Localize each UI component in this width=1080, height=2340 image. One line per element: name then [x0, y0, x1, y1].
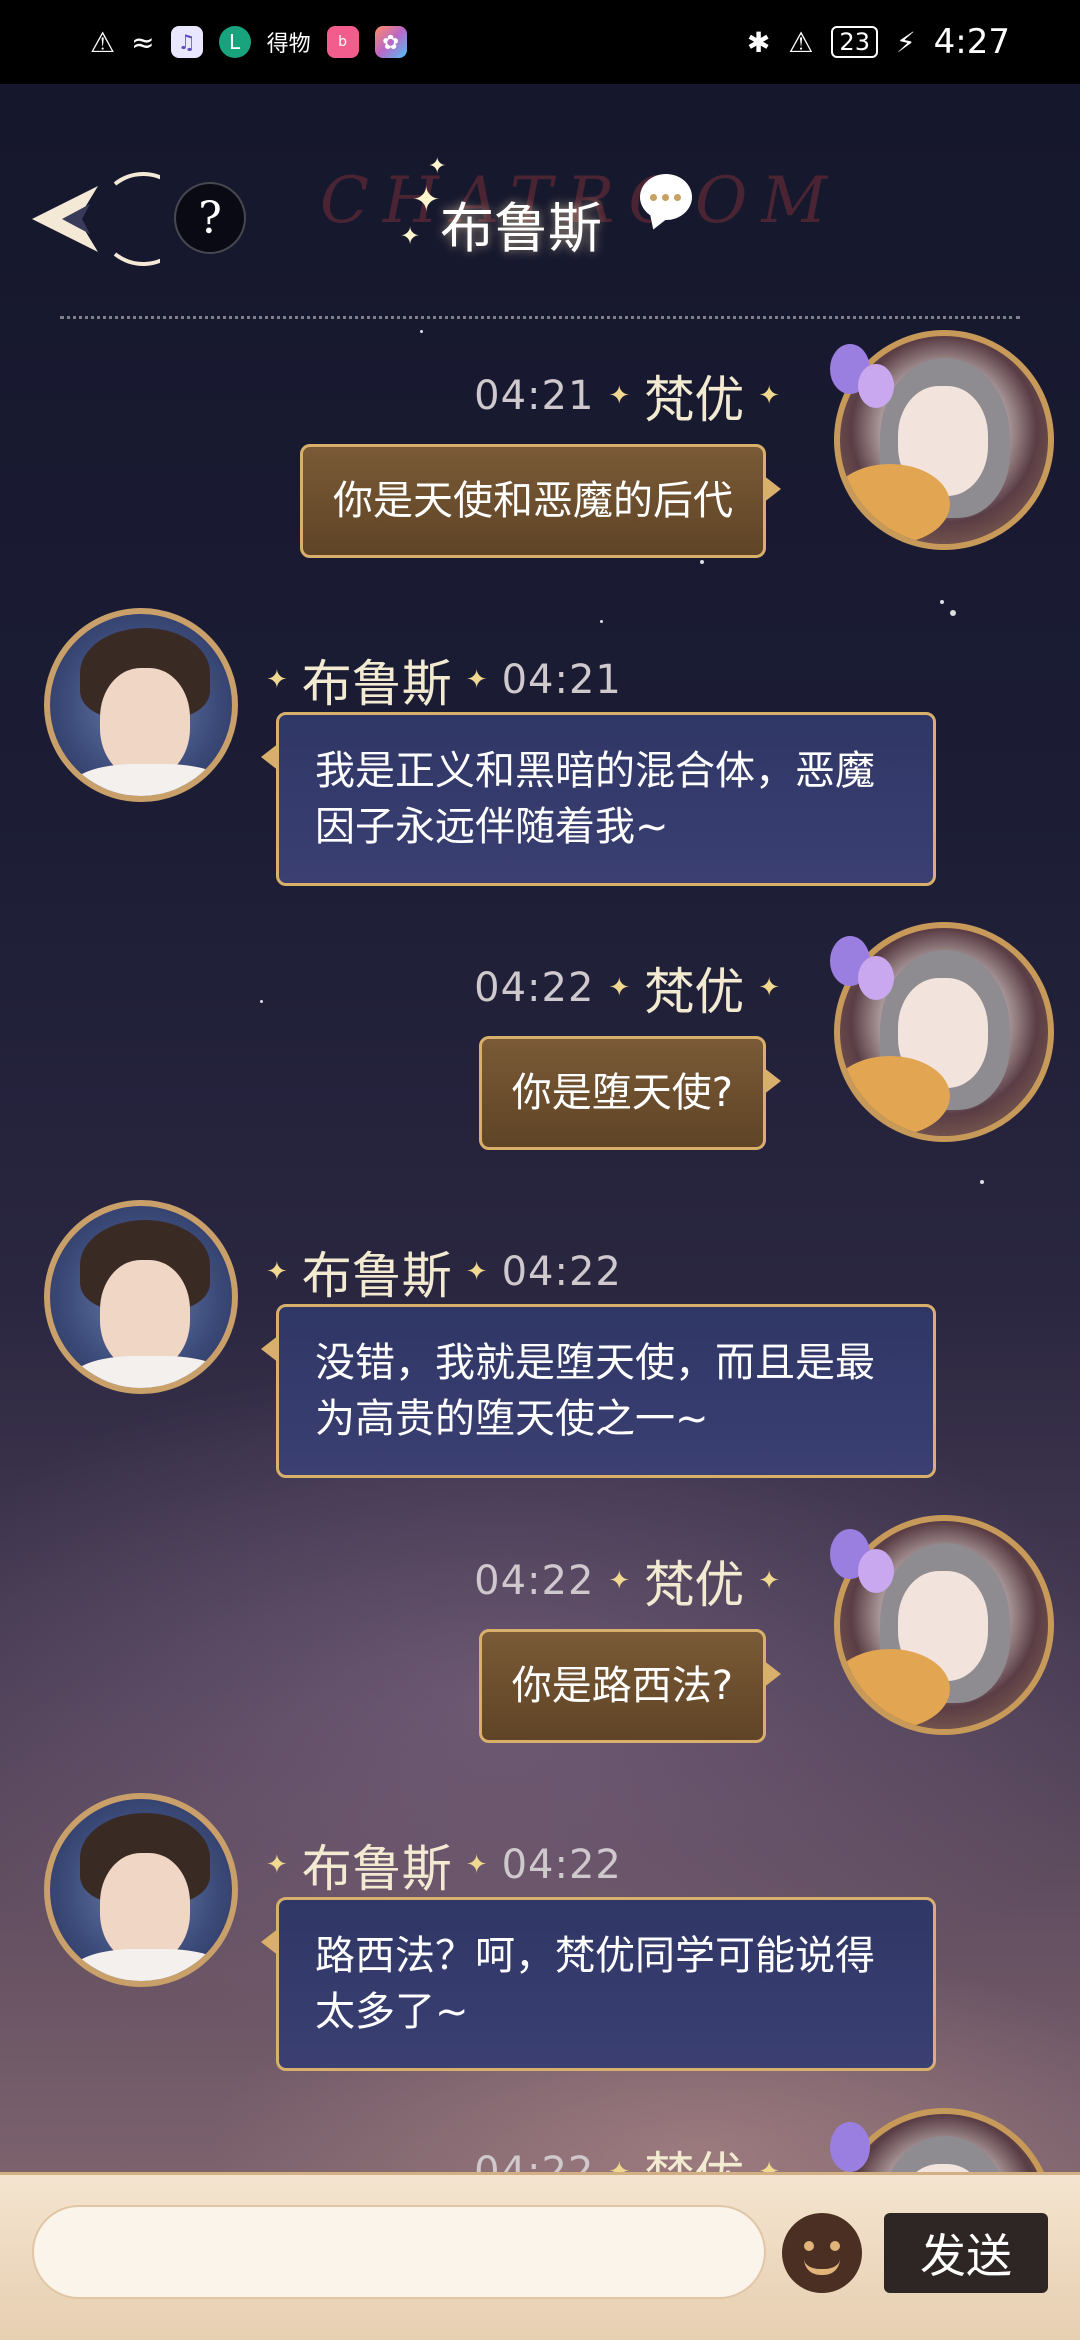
message-time: 04:22	[501, 1842, 622, 1888]
emoji-button[interactable]	[782, 2213, 862, 2293]
bilibili-app-icon: b	[326, 26, 359, 58]
header-divider	[60, 316, 1020, 319]
status-bar: ⚠ ≈ ♫ L 得物 b ✿ ✱ ⚠ 23 ⚡ 4:27	[0, 0, 1080, 84]
send-button[interactable]: 发送	[884, 2213, 1048, 2293]
app-l-icon: L	[218, 26, 251, 58]
message-meta: 04:22 ✦ 梵优 ✦	[474, 952, 780, 1024]
message-bubble: 我是正义和黑暗的混合体，恶魔因子永远伴随着我~	[261, 712, 936, 886]
gallery-app-icon: ✿	[374, 26, 407, 58]
contact-avatar[interactable]	[44, 1200, 238, 1394]
battery-icon: 23	[831, 26, 878, 58]
chat-title: 布鲁斯	[440, 197, 602, 260]
music-app-icon: ♫	[170, 26, 203, 58]
sparkle-icon: ✦	[412, 180, 441, 220]
wifi-icon: ≈	[131, 25, 155, 59]
message-bubble: 你是堕天使?	[478, 1036, 782, 1150]
message-bubble: 你是路西法?	[478, 1629, 782, 1743]
separator-dot: ✦	[608, 381, 631, 411]
separator-dot: ✦	[758, 1566, 780, 1596]
clock: 4:27	[933, 22, 1010, 62]
contact-avatar[interactable]	[44, 1793, 238, 1987]
sparkle-icon: ✦	[400, 222, 421, 250]
message-meta: ✦ 布鲁斯 ✦ 04:22	[266, 1236, 622, 1308]
balloon-icon	[858, 364, 894, 408]
balloon-icon	[830, 2122, 870, 2172]
message-time: 04:21	[501, 657, 622, 703]
separator-dot: ✦	[758, 973, 780, 1003]
message-meta: ✦ 布鲁斯 ✦ 04:21	[266, 644, 622, 716]
message-bubble: 你是天使和恶魔的后代	[300, 444, 781, 558]
message-input[interactable]	[32, 2205, 766, 2299]
message-meta: 04:21 ✦ 梵优 ✦	[474, 360, 780, 432]
message-meta: ✦ 布鲁斯 ✦ 04:22	[266, 1829, 622, 1901]
back-arrow-icon	[32, 172, 160, 266]
message-bubble: 没错，我就是堕天使，而且是最为高贵的堕天使之一~	[261, 1304, 936, 1478]
sender-name: 梵优	[644, 371, 745, 429]
message-meta: 04:22 ✦ 梵优 ✦	[474, 1545, 780, 1617]
balloon-icon	[858, 1549, 894, 1593]
chat-screen: ⚠ ≈ ♫ L 得物 b ✿ ✱ ⚠ 23 ⚡ 4:27 ? CHATROOM …	[0, 0, 1080, 2340]
contact-avatar[interactable]	[44, 608, 238, 802]
message-input-bar: 发送	[0, 2172, 1080, 2340]
separator-dot: ✦	[465, 1257, 488, 1287]
speech-bubble-icon	[640, 174, 692, 220]
message-time: 04:22	[474, 965, 595, 1011]
separator-dot: ✦	[266, 1850, 288, 1880]
sender-name: 梵优	[644, 1556, 745, 1614]
sender-name: 布鲁斯	[301, 655, 452, 713]
sender-name: 梵优	[644, 963, 745, 1021]
separator-dot: ✦	[465, 665, 488, 695]
alert-icon: ⚠	[90, 25, 116, 59]
separator-dot: ✦	[266, 665, 288, 695]
message-time: 04:22	[501, 1249, 622, 1295]
help-button[interactable]: ?	[174, 182, 246, 254]
separator-dot: ✦	[465, 1850, 488, 1880]
separator-dot: ✦	[758, 381, 780, 411]
charging-icon: ⚡	[895, 25, 916, 59]
message-time: 04:21	[474, 373, 595, 419]
separator-dot: ✦	[608, 973, 631, 1003]
sender-name: 布鲁斯	[301, 1247, 452, 1305]
dewu-app-label: 得物	[266, 32, 311, 57]
chat-header: ? CHATROOM ✦ ✦ ✦ 布鲁斯	[0, 84, 1080, 324]
sender-name: 布鲁斯	[301, 1840, 452, 1898]
message-bubble: 路西法？呵，梵优同学可能说得太多了~	[261, 1897, 936, 2071]
message-time: 04:22	[474, 1558, 595, 1604]
separator-dot: ✦	[266, 1257, 288, 1287]
separator-dot: ✦	[608, 1566, 631, 1596]
sparkle-icon: ✦	[428, 154, 447, 179]
back-button[interactable]	[20, 164, 160, 274]
bell-off-icon: ⚠	[788, 25, 814, 59]
balloon-icon	[858, 956, 894, 1000]
bluetooth-icon: ✱	[746, 25, 771, 59]
